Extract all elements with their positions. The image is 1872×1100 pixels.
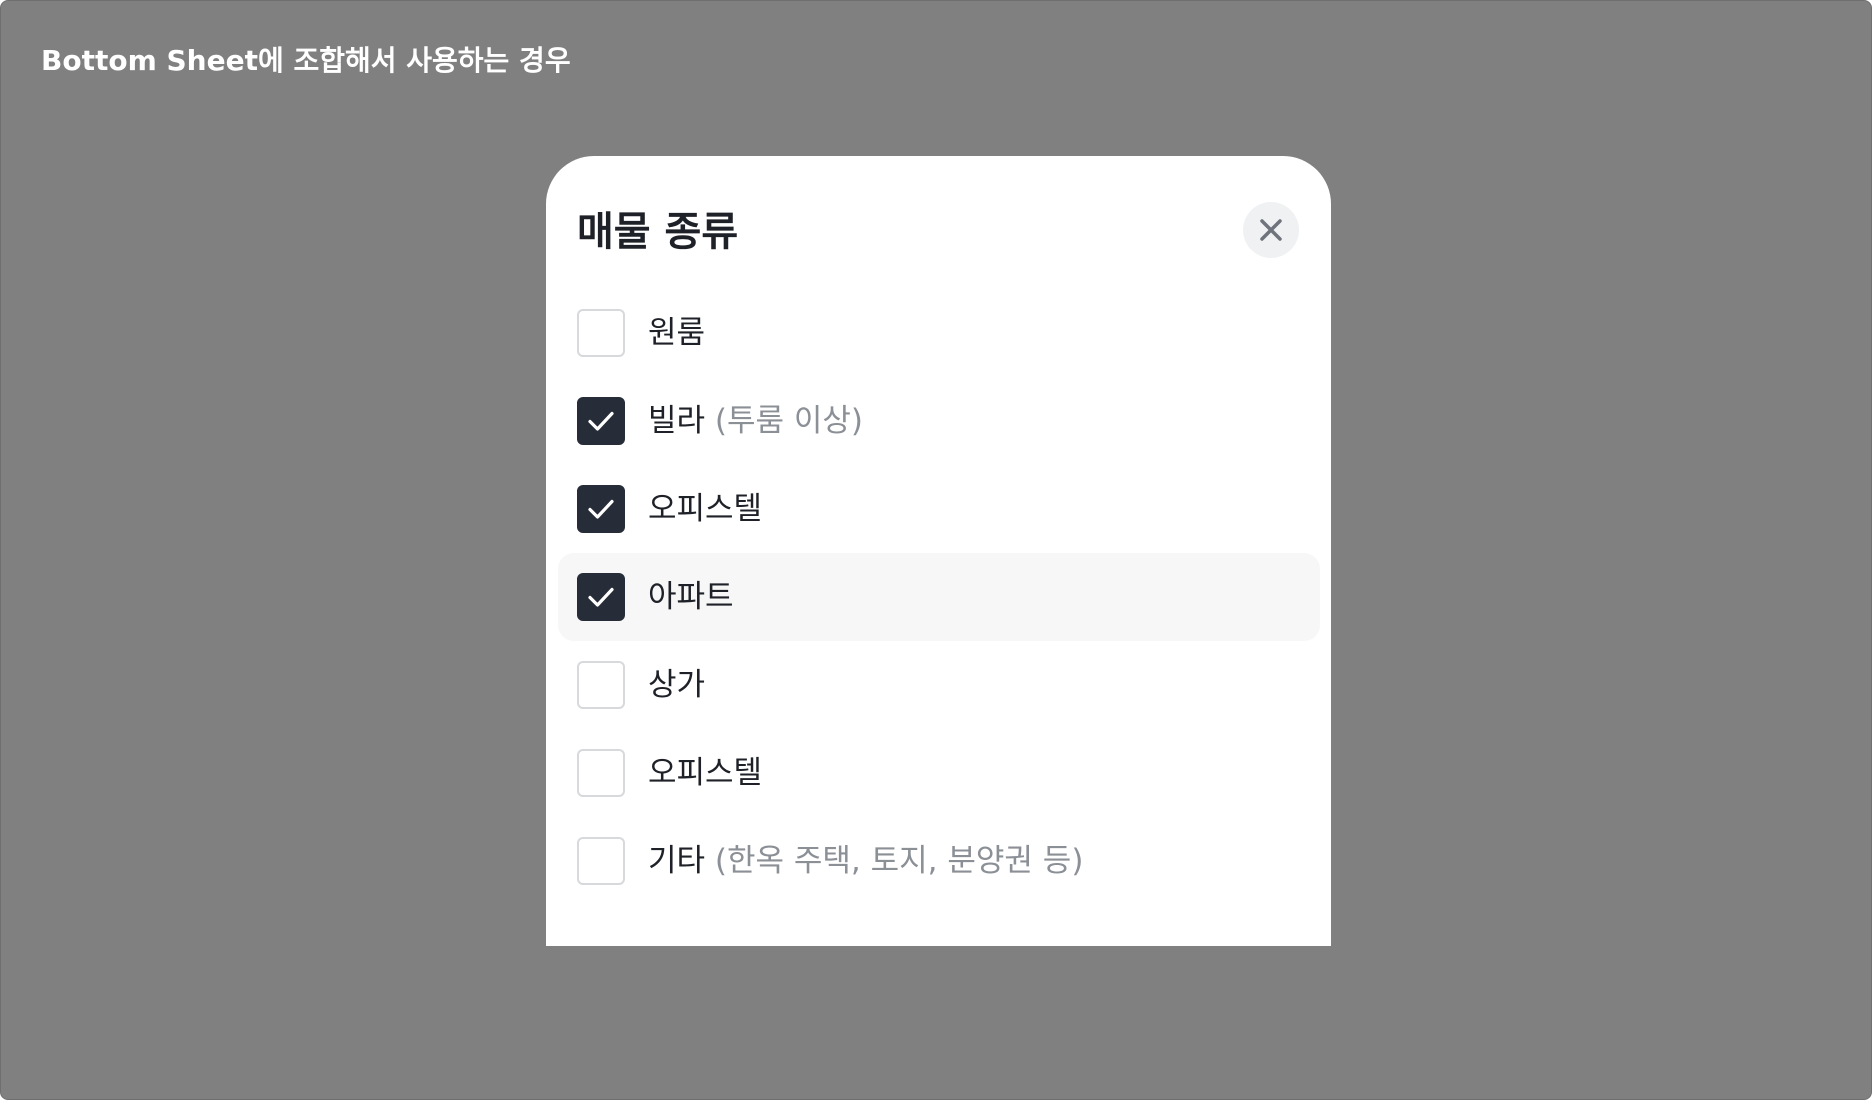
checkbox[interactable] [577,661,625,709]
option-label: 원룸 [648,315,706,351]
option-row[interactable]: 기타 (한옥 주택, 토지, 분양권 등) [558,817,1320,905]
option-sublabel: (투룸 이상) [714,403,864,439]
option-text: 상가 [648,663,705,707]
option-row[interactable]: 오피스텔 [558,729,1320,817]
check-icon [588,587,614,607]
option-text: 빌라 (투룸 이상) [648,399,863,443]
checkbox[interactable] [577,485,625,533]
option-row[interactable]: 빌라 (투룸 이상) [558,377,1320,465]
option-label: 아파트 [648,579,734,615]
checkbox[interactable] [577,397,625,445]
checkbox[interactable] [577,749,625,797]
option-label: 오피스텔 [648,755,763,791]
check-icon [588,499,614,519]
option-text: 기타 (한옥 주택, 토지, 분양권 등) [648,839,1083,883]
option-label: 기타 [648,843,706,879]
option-row[interactable]: 아파트 [558,553,1320,641]
option-label: 빌라 [648,403,706,439]
frame-title: Bottom Sheet에 조합해서 사용하는 경우 [41,44,571,77]
option-text: 오피스텔 [648,487,762,531]
option-row[interactable]: 원룸 [558,289,1320,377]
sheet-title: 매물 종류 [577,209,739,255]
checkbox[interactable] [577,837,625,885]
option-sublabel: (한옥 주택, 토지, 분양권 등) [714,843,1084,879]
bottom-sheet: 매물 종류 원룸 빌라 (투룸 이상) 오피스텔 아파트 상가 오피스텔 기타 … [546,156,1331,946]
checkbox[interactable] [577,573,625,621]
option-row[interactable]: 상가 [558,641,1320,729]
check-icon [588,411,614,431]
screen-frame: Bottom Sheet에 조합해서 사용하는 경우 매물 종류 원룸 빌라 (… [0,0,1872,1100]
option-text: 원룸 [648,311,705,355]
option-row[interactable]: 오피스텔 [558,465,1320,553]
option-label: 상가 [648,667,706,703]
option-text: 아파트 [648,575,734,619]
option-text: 오피스텔 [648,751,762,795]
option-list: 원룸 빌라 (투룸 이상) 오피스텔 아파트 상가 오피스텔 기타 (한옥 주택… [558,289,1320,905]
option-label: 오피스텔 [648,491,763,527]
checkbox[interactable] [577,309,625,357]
close-button[interactable] [1243,202,1299,258]
close-icon [1260,219,1282,241]
